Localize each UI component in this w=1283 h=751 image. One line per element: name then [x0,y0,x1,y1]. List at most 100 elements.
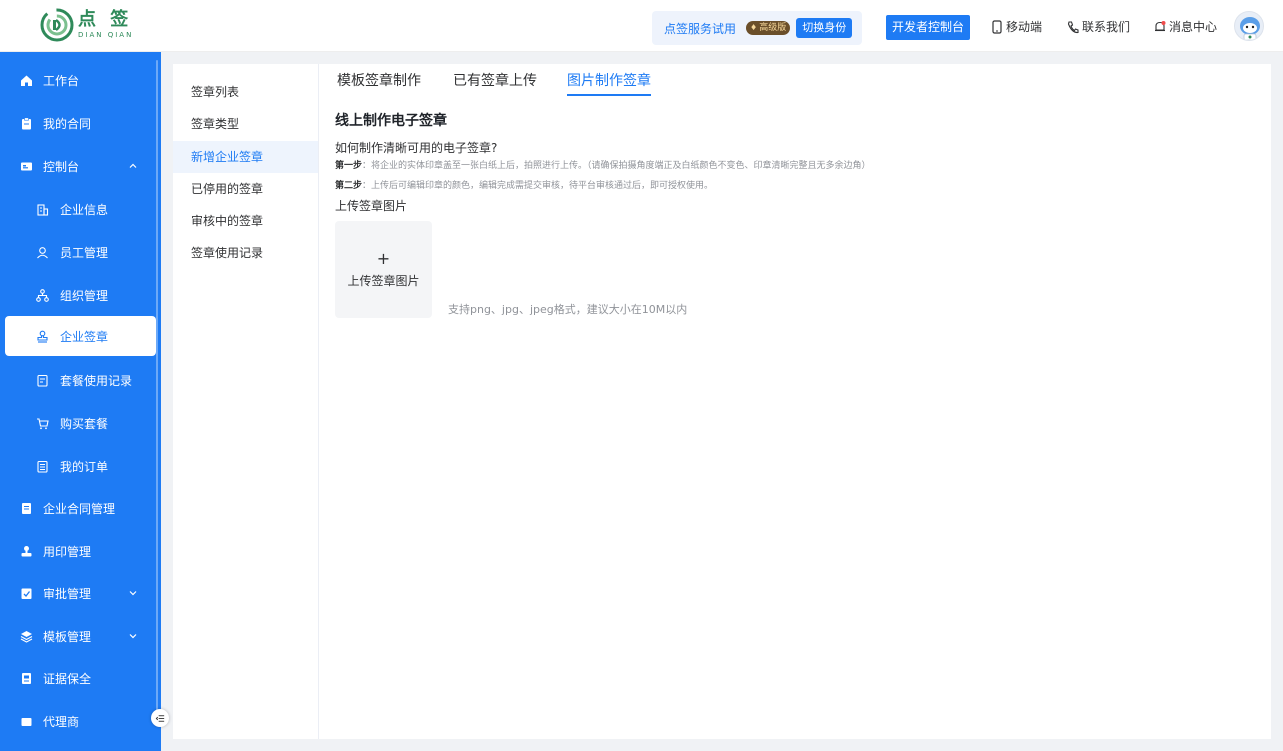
sidebar-item-label: 工作台 [43,73,80,88]
logo-text-en: DIAN QIAN [78,31,134,39]
approval-icon [21,588,32,599]
home-icon [21,75,32,86]
step-1-label: 第一步 [335,161,363,171]
avatar[interactable] [1234,11,1264,41]
sidebar-item-label: 组织管理 [60,288,109,303]
sidebar-item-label: 证据保全 [43,671,92,686]
document-icon [22,502,31,514]
instruction-step-1: 第一步：将企业的实体印章盖至一张白纸上后，拍照进行上传。（请确保拍摄角度端正及白… [335,158,871,171]
order-icon [37,460,48,473]
sidebar-item-label: 套餐使用记录 [60,373,133,388]
upload-hint: 支持png、jpg、jpeg格式，建议大小在10M以内 [448,303,688,316]
sidebar-item-label: 用印管理 [43,544,92,559]
contact-label: 联系我们 [1082,20,1131,34]
top-header: 点 签 DIAN QIAN 点签服务试用 ♦ 高级版 切换身份 开发者控制台 移… [0,0,1283,52]
tab-upload-existing-seal[interactable]: 已有签章上传 [453,70,537,96]
cart-icon [37,417,49,429]
sidebar-item-organization[interactable]: 组织管理 [0,275,156,315]
subnav-item-seal-types[interactable]: 签章类型 [173,108,318,140]
avatar-robot-icon [1240,17,1260,40]
diamond-icon: ♦ [750,23,758,32]
sidebar-item-label: 员工管理 [60,245,109,260]
sidebar-item-label: 代理商 [43,714,80,729]
subnav-item-disabled-seals[interactable]: 已停用的签章 [173,173,318,205]
sidebar-item-label: 企业合同管理 [43,501,116,516]
mobile-label: 移动端 [1006,20,1043,34]
sidebar-item-workbench[interactable]: 工作台 [0,60,156,100]
trial-banner: 点签服务试用 ♦ 高级版 切换身份 [652,11,862,45]
subnav-item-reviewing-seals[interactable]: 审核中的签章 [173,205,318,237]
developer-console-button[interactable]: 开发者控制台 [886,15,970,40]
phone-icon [1067,20,1079,33]
instruction-question: 如何制作清晰可用的电子签章? [335,141,498,155]
sidebar-item-my-orders[interactable]: 我的订单 [0,446,156,486]
layers-icon [20,630,33,643]
tab-image-seal[interactable]: 图片制作签章 [567,70,651,96]
sidebar-item-label: 企业信息 [60,202,109,217]
stamp-icon [21,545,32,556]
sidebar-item-label: 购买套餐 [60,416,109,431]
sidebar-item-templates[interactable]: 模板管理 [0,616,156,656]
chevron-up-icon [129,163,137,168]
trial-text[interactable]: 点签服务试用 [664,20,736,37]
record-icon [37,374,48,387]
mobile-icon [992,19,1002,34]
bell-icon [1155,20,1166,31]
mobile-link[interactable]: 移动端 [991,18,1042,35]
plus-icon: + [376,249,391,268]
seal-subnav: 签章列表 签章类型 新增企业签章 已停用的签章 审核中的签章 签章使用记录 [173,64,319,739]
subnav-item-add-seal[interactable]: 新增企业签章 [173,141,318,173]
chevron-down-icon [129,634,137,639]
sidebar-item-approvals[interactable]: 审批管理 [0,573,156,613]
upload-label: 上传签章图片 [335,199,408,213]
evidence-icon [22,672,31,684]
sidebar-item-company-contracts[interactable]: 企业合同管理 [0,488,156,528]
sidebar-item-agent[interactable]: 代理商 [0,701,156,741]
sidebar-item-label: 审批管理 [43,586,92,601]
sidebar: 工作台 我的合同 控制台 企业信息 员工管理 组织管理 企业签章 套餐使用记录 … [0,52,161,751]
org-tree-icon [36,288,49,302]
sidebar-item-package-usage[interactable]: 套餐使用记录 [0,360,156,400]
sidebar-item-evidence[interactable]: 证据保全 [0,658,156,698]
instruction-step-2: 第二步：上传后可编辑印章的颜色，编辑完成需提交审核，待平台审核通过后，即可授权使… [335,178,713,191]
messages-link[interactable]: 消息中心 [1154,18,1217,35]
step-2-text: ：上传后可编辑印章的颜色，编辑完成需提交审核，待平台审核通过后，即可授权使用。 [362,181,714,191]
agent-icon [21,717,32,726]
step-2-label: 第二步 [335,181,363,191]
sidebar-item-staff[interactable]: 员工管理 [0,232,156,272]
subnav-item-seal-usage-records[interactable]: 签章使用记录 [173,237,318,269]
building-icon [37,203,49,216]
sidebar-item-company-seal[interactable]: 企业签章 [5,316,156,356]
logo-mark-icon [40,8,74,42]
sidebar-item-label: 我的订单 [60,459,109,474]
user-icon [37,246,48,258]
tab-template-seal[interactable]: 模板签章制作 [337,70,421,96]
upload-seal-image-button[interactable]: + 上传签章图片 [335,221,432,318]
sidebar-item-label: 控制台 [43,159,80,174]
sidebar-item-company-info[interactable]: 企业信息 [0,189,156,229]
sidebar-item-label: 模板管理 [43,629,92,644]
sidebar-scrollbar[interactable] [156,60,158,720]
step-1-text: ：将企业的实体印章盖至一张白纸上后，拍照进行上传。（请确保拍摄角度端正及白纸颜色… [362,161,871,171]
vip-badge: ♦ 高级版 [746,21,791,35]
subnav-item-seal-list[interactable]: 签章列表 [173,76,318,108]
sidebar-item-console[interactable]: 控制台 [0,146,156,186]
seal-icon [37,330,48,343]
logo-text-cn: 点 签 [78,9,133,30]
collapse-menu-icon [155,714,164,722]
sidebar-collapse-button[interactable] [151,709,169,727]
contact-link[interactable]: 联系我们 [1067,18,1130,35]
sidebar-item-label: 我的合同 [43,116,92,131]
clipboard-icon [22,117,31,129]
section-title: 线上制作电子签章 [335,113,447,129]
sidebar-item-seal-usage[interactable]: 用印管理 [0,531,156,571]
logo[interactable]: 点 签 DIAN QIAN [40,8,133,42]
sidebar-item-buy-package[interactable]: 购买套餐 [0,403,156,443]
vip-badge-label: 高级版 [759,23,787,33]
sidebar-item-my-contracts[interactable]: 我的合同 [0,103,156,143]
sidebar-item-label: 企业签章 [60,329,109,344]
main-panel: 签章列表 签章类型 新增企业签章 已停用的签章 审核中的签章 签章使用记录 模板… [173,64,1271,739]
messages-label: 消息中心 [1169,20,1218,34]
switch-identity-button[interactable]: 切换身份 [796,18,853,38]
console-icon [21,162,32,170]
